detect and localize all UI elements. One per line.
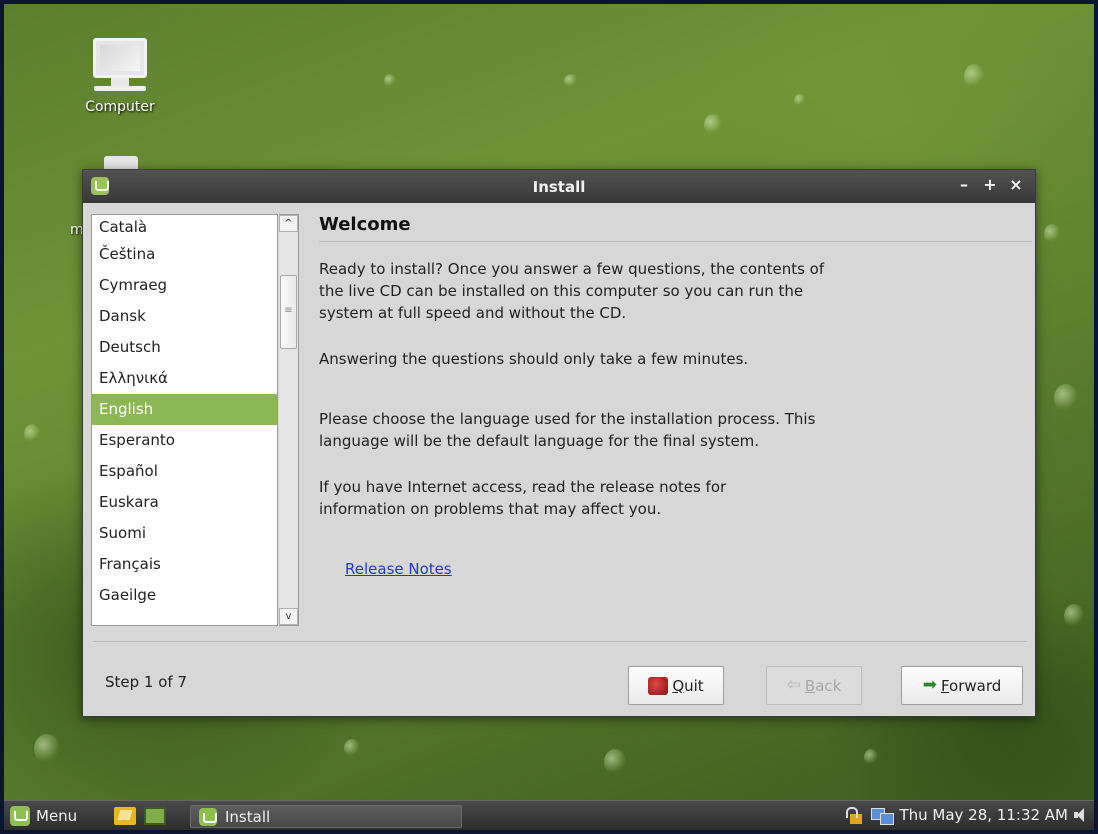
language-item[interactable]: Euskara bbox=[92, 487, 277, 518]
water-drop bbox=[564, 74, 578, 88]
scroll-down-arrow[interactable]: v bbox=[279, 608, 298, 625]
language-item[interactable]: Català bbox=[92, 215, 277, 239]
time-paragraph: Answering the questions should only take… bbox=[319, 350, 749, 368]
language-item[interactable]: Čeština bbox=[92, 239, 277, 270]
show-desktop-icon[interactable] bbox=[144, 807, 166, 825]
update-manager-icon[interactable] bbox=[845, 806, 865, 824]
scroll-thumb[interactable]: ≡ bbox=[280, 275, 297, 349]
language-item[interactable]: Cymraeg bbox=[92, 270, 277, 301]
maximize-button[interactable]: + bbox=[981, 175, 999, 194]
water-drop bbox=[344, 739, 360, 757]
release-paragraph: If you have Internet access, read the re… bbox=[319, 478, 727, 518]
water-drop bbox=[34, 734, 60, 764]
water-drop bbox=[1054, 384, 1078, 412]
mint-logo-icon bbox=[10, 806, 30, 826]
forward-button[interactable]: ➡ Forward bbox=[901, 666, 1023, 705]
welcome-content: Welcome Ready to install? Once you answe… bbox=[319, 214, 1032, 578]
desktop-background: Computer m Install – + × Català Čeština Cy… bbox=[4, 4, 1094, 800]
language-item[interactable]: English bbox=[92, 394, 277, 425]
language-item[interactable]: Dansk bbox=[92, 301, 277, 332]
desktop-icon-computer[interactable]: Computer bbox=[80, 38, 160, 115]
back-button[interactable]: ⇦ Back bbox=[766, 666, 862, 705]
water-drop bbox=[964, 64, 984, 90]
system-tray: Thu May 28, 11:32 AM bbox=[845, 806, 1086, 825]
screen: Computer m Install – + × Català Čeština Cy… bbox=[4, 4, 1094, 830]
language-list[interactable]: Català Čeština Cymraeg Dansk Deutsch Ελληνικά… bbox=[91, 214, 278, 626]
quit-button[interactable]: Quit bbox=[628, 666, 724, 705]
language-item[interactable]: Deutsch bbox=[92, 332, 277, 363]
network-icon[interactable] bbox=[871, 806, 895, 825]
back-arrow-icon: ⇦ bbox=[786, 675, 801, 695]
language-item[interactable]: Gaeilge bbox=[92, 580, 277, 611]
close-button[interactable]: × bbox=[1007, 175, 1025, 194]
step-indicator: Step 1 of 7 bbox=[105, 673, 188, 691]
task-label: Install bbox=[225, 807, 271, 826]
language-item[interactable]: Esperanto bbox=[92, 425, 277, 456]
forward-arrow-icon: ➡ bbox=[922, 675, 937, 695]
language-paragraph: Please choose the language used for the … bbox=[319, 410, 816, 450]
water-drop bbox=[704, 114, 722, 136]
language-item[interactable]: Ελληνικά bbox=[92, 363, 277, 394]
taskbar: Menu Install Thu May 28, 11:32 AM bbox=[4, 800, 1094, 830]
computer-icon bbox=[93, 38, 147, 78]
taskbar-task-install[interactable]: Install bbox=[190, 805, 462, 828]
title-divider bbox=[319, 241, 1032, 242]
text-editor-launcher-icon[interactable] bbox=[114, 807, 136, 825]
mint-app-icon bbox=[199, 807, 217, 826]
volume-icon[interactable] bbox=[1074, 807, 1086, 823]
water-drop bbox=[384, 74, 396, 88]
language-list-scrollbar[interactable]: ^ ≡ v bbox=[279, 214, 299, 626]
intro-paragraph: Ready to install? Once you answer a few … bbox=[319, 260, 825, 322]
release-notes-link[interactable]: Release Notes bbox=[345, 560, 452, 578]
clock[interactable]: Thu May 28, 11:32 AM bbox=[899, 806, 1068, 824]
window-title: Install bbox=[532, 178, 586, 196]
language-item[interactable]: Français bbox=[92, 549, 277, 580]
water-drop bbox=[1064, 604, 1084, 628]
water-drop bbox=[24, 424, 40, 444]
page-title: Welcome bbox=[319, 214, 411, 235]
water-drop bbox=[604, 749, 626, 775]
desktop-icon-label: Computer bbox=[85, 99, 155, 115]
menu-label: Menu bbox=[36, 807, 78, 825]
menu-button[interactable]: Menu bbox=[10, 806, 77, 826]
footer-divider bbox=[93, 641, 1027, 642]
window-body: Català Čeština Cymraeg Dansk Deutsch Ελληνικά… bbox=[83, 203, 1035, 716]
window-titlebar[interactable]: Install – + × bbox=[83, 170, 1035, 203]
quit-icon bbox=[648, 676, 669, 695]
minimize-button[interactable]: – bbox=[955, 175, 973, 194]
scroll-up-arrow[interactable]: ^ bbox=[279, 215, 298, 232]
water-drop bbox=[794, 94, 806, 106]
install-window: Install – + × Català Čeština Cymraeg Dansk D… bbox=[82, 169, 1036, 717]
language-item[interactable]: Español bbox=[92, 456, 277, 487]
language-item[interactable]: Suomi bbox=[92, 518, 277, 549]
water-drop bbox=[1044, 224, 1060, 244]
water-drop bbox=[864, 749, 878, 765]
